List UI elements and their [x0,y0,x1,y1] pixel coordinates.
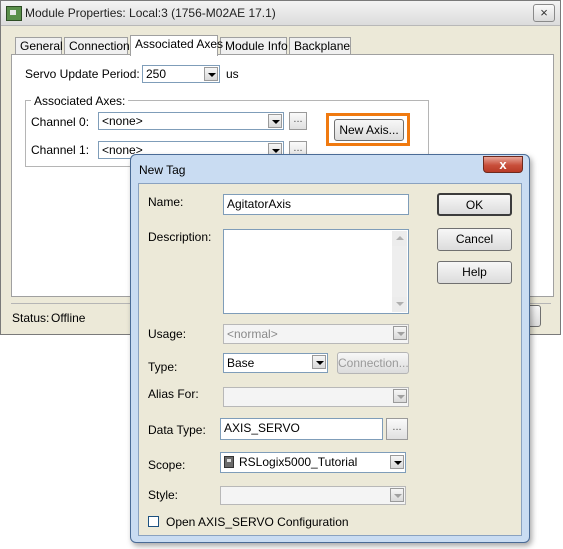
type-label: Type: [148,360,178,374]
description-label: Description: [148,230,212,244]
servo-update-unit: us [226,67,239,81]
servo-update-label: Servo Update Period: [25,67,140,81]
type-value: Base [227,356,255,370]
alias-for-select [223,387,409,407]
close-icon[interactable]: x [483,156,523,173]
tab-module-info[interactable]: Module Info [220,37,288,55]
description-scrollbar[interactable] [392,231,407,312]
alias-for-label: Alias For: [148,387,199,401]
style-select [220,486,406,505]
channel0-browse-button[interactable]: ... [289,112,307,130]
chevron-down-icon [393,389,407,403]
scroll-up-icon[interactable] [392,231,407,246]
chevron-down-icon[interactable] [312,355,326,369]
type-select[interactable]: Base [223,353,328,373]
ok-button[interactable]: OK [437,193,512,216]
data-type-browse-button[interactable]: ... [386,418,408,440]
servo-update-select[interactable]: 250 [142,65,220,83]
chevron-down-icon [393,326,407,340]
associated-axes-group-title: Associated Axes: [31,94,129,108]
servo-update-value: 250 [146,67,167,81]
tab-associated-axes[interactable]: Associated Axes [130,35,223,56]
connection-button: Connection... [337,352,409,374]
tab-general[interactable]: General [15,37,63,55]
data-type-input[interactable]: AXIS_SERVO [220,418,383,440]
tab-backplane[interactable]: Backplane [289,37,351,55]
new-tag-title: New Tag [139,163,186,177]
cancel-button[interactable]: Cancel [437,228,512,251]
close-icon[interactable]: × [533,4,555,22]
chevron-down-icon[interactable] [390,455,404,469]
usage-label: Usage: [148,327,187,341]
channel1-label: Channel 1: [31,143,90,157]
project-icon [224,456,234,468]
description-textarea[interactable] [223,229,409,314]
status-label: Status: [12,311,50,325]
name-label: Name: [148,195,184,209]
channel0-label: Channel 0: [31,115,90,129]
chevron-down-icon[interactable] [268,114,282,128]
module-properties-title: Module Properties: Local:3 (1756-M02AE 1… [25,6,276,20]
scope-select[interactable]: RSLogix5000_Tutorial [220,452,406,473]
open-config-checkbox[interactable] [148,516,159,527]
scroll-down-icon[interactable] [392,297,407,312]
scope-label: Scope: [148,458,186,472]
chevron-down-icon [390,488,404,502]
data-type-label: Data Type: [148,423,206,437]
scope-value: RSLogix5000_Tutorial [239,455,358,469]
tab-connection[interactable]: Connection [64,37,130,55]
new-tag-client: Name: AgitatorAxis Description: Usage: <… [138,183,522,536]
channel0-value: <none> [102,114,143,128]
new-axis-button[interactable]: New Axis... [334,119,404,141]
help-button[interactable]: Help [437,261,512,284]
usage-value: <normal> [227,327,278,341]
module-properties-titlebar[interactable]: Module Properties: Local:3 (1756-M02AE 1… [1,1,560,26]
open-config-label[interactable]: Open AXIS_SERVO Configuration [166,515,349,529]
module-icon [6,6,22,21]
style-label: Style: [148,488,179,502]
status-value: Offline [51,311,86,325]
new-tag-dialog: New Tag x Name: AgitatorAxis Description… [130,154,530,543]
name-input[interactable]: AgitatorAxis [223,194,409,215]
channel0-select[interactable]: <none> [98,112,284,130]
usage-select: <normal> [223,324,409,344]
chevron-down-icon[interactable] [204,67,218,81]
